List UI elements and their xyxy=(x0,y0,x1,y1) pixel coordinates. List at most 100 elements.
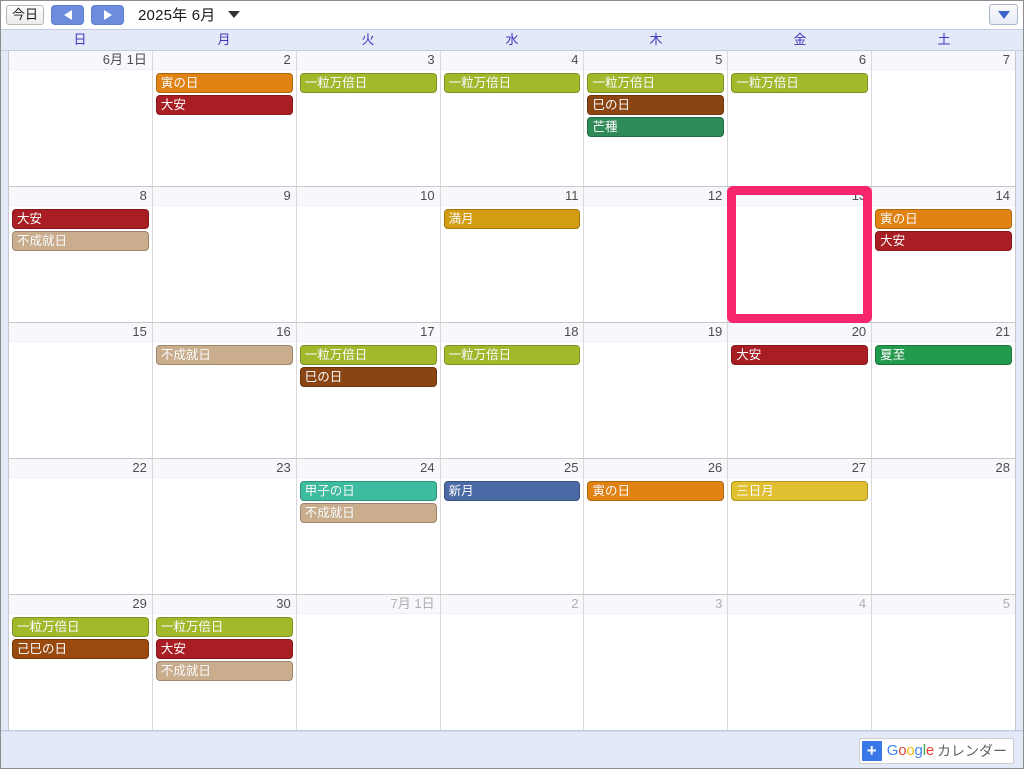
event-chip[interactable]: 一粒万倍日 xyxy=(443,73,581,93)
day-number: 8 xyxy=(9,187,152,206)
google-letter-o2: o xyxy=(906,742,915,759)
day-number: 4 xyxy=(440,51,584,70)
add-to-google-calendar-icon[interactable]: + xyxy=(861,740,882,761)
calendar-day-cell[interactable]: 5 一粒万倍日 巳の日 芒種 xyxy=(584,51,729,186)
event-chip[interactable]: 満月 xyxy=(443,209,581,229)
event-chip[interactable]: 一粒万倍日 xyxy=(587,73,725,93)
calendar-day-cell[interactable]: 21 夏至 xyxy=(872,323,1016,458)
event-chip[interactable]: 一粒万倍日 xyxy=(12,617,149,637)
calendar-day-cell[interactable]: 6 一粒万倍日 xyxy=(728,51,873,186)
calendar-day-cell[interactable]: 27 三日月 xyxy=(728,459,873,594)
day-number: 30 xyxy=(152,595,296,614)
next-month-button[interactable] xyxy=(91,4,125,25)
calendar-day-cell[interactable]: 10 xyxy=(296,187,441,322)
calendar-day-cell[interactable]: 3 一粒万倍日 xyxy=(296,51,441,186)
weekday-saturday: 土 xyxy=(937,32,951,47)
calendar-day-cell[interactable]: 5 xyxy=(872,595,1016,730)
calendar-day-cell[interactable]: 16 不成就日 xyxy=(152,323,297,458)
event-chip[interactable]: 大安 xyxy=(731,345,869,365)
calendar-day-cell[interactable]: 22 xyxy=(9,459,153,594)
day-number: 2 xyxy=(152,51,296,70)
event-chip[interactable]: 三日月 xyxy=(731,481,869,501)
day-events: 一粒万倍日 xyxy=(728,70,871,186)
event-chip[interactable]: 巳の日 xyxy=(299,367,437,387)
chevron-down-icon[interactable] xyxy=(227,11,240,18)
day-number: 25 xyxy=(440,459,584,478)
day-events: 不成就日 xyxy=(153,342,296,458)
calendar-day-cell[interactable]: 7月 1日 xyxy=(296,595,441,730)
calendar-day-cell[interactable]: 26 寅の日 xyxy=(584,459,729,594)
event-chip[interactable]: 新月 xyxy=(443,481,581,501)
day-events: 一粒万倍日 巳の日 xyxy=(297,342,440,458)
event-chip[interactable]: 一粒万倍日 xyxy=(299,345,437,365)
day-events: 一粒万倍日 xyxy=(297,70,440,186)
calendar-day-cell[interactable]: 8 大安 不成就日 xyxy=(9,187,153,322)
calendar-day-cell[interactable]: 14 寅の日 大安 xyxy=(872,187,1016,322)
calendar-day-cell[interactable]: 2 xyxy=(440,595,585,730)
event-chip[interactable]: 巳の日 xyxy=(587,95,725,115)
calendar-day-cell[interactable]: 4 xyxy=(728,595,873,730)
calendar-day-cell[interactable]: 3 xyxy=(584,595,729,730)
calendar-day-cell[interactable]: 23 xyxy=(152,459,297,594)
event-chip[interactable]: 大安 xyxy=(875,231,1013,251)
day-number: 26 xyxy=(584,459,728,478)
today-button[interactable]: 今日 xyxy=(6,4,45,25)
day-number: 12 xyxy=(584,187,728,206)
calendar-day-cell[interactable]: 24 甲子の日 不成就日 xyxy=(296,459,441,594)
calendar-week-row: 22 23 24 甲子の日 不成就日 25 新月 26 寅の日 27 三日月 28 xyxy=(9,459,1016,595)
day-events: 一粒万倍日 xyxy=(441,70,584,186)
calendar-day-cell[interactable]: 18 一粒万倍日 xyxy=(440,323,585,458)
day-number: 7月 1日 xyxy=(296,595,440,614)
calendar-day-cell[interactable]: 29 一粒万倍日 己巳の日 xyxy=(9,595,153,730)
event-chip[interactable]: 大安 xyxy=(12,209,149,229)
day-number: 6 xyxy=(728,51,872,70)
event-chip[interactable]: 大安 xyxy=(155,95,293,115)
event-chip[interactable]: 寅の日 xyxy=(875,209,1013,229)
event-chip[interactable]: 甲子の日 xyxy=(299,481,437,501)
calendar-day-cell[interactable]: 12 xyxy=(584,187,729,322)
event-chip[interactable]: 不成就日 xyxy=(299,503,437,523)
day-number: 9 xyxy=(152,187,296,206)
calendar-day-cell[interactable]: 20 大安 xyxy=(728,323,873,458)
day-number: 10 xyxy=(296,187,440,206)
event-chip[interactable]: 寅の日 xyxy=(155,73,293,93)
calendar-day-cell[interactable]: 28 xyxy=(872,459,1016,594)
calendar-day-cell[interactable]: 30 一粒万倍日 大安 不成就日 xyxy=(152,595,297,730)
event-chip[interactable]: 不成就日 xyxy=(155,661,293,681)
calendar-day-cell[interactable]: 19 xyxy=(584,323,729,458)
calendar-day-cell[interactable]: 13 xyxy=(727,186,873,323)
event-chip[interactable]: 一粒万倍日 xyxy=(731,73,869,93)
calendar-day-cell[interactable]: 17 一粒万倍日 巳の日 xyxy=(296,323,441,458)
day-number: 13 xyxy=(728,187,872,206)
day-number: 3 xyxy=(584,595,728,614)
event-chip[interactable]: 一粒万倍日 xyxy=(443,345,581,365)
calendar-day-cell[interactable]: 25 新月 xyxy=(440,459,585,594)
event-chip[interactable]: 不成就日 xyxy=(12,231,149,251)
event-chip[interactable]: 己巳の日 xyxy=(12,639,149,659)
calendar-week-row: 29 一粒万倍日 己巳の日 30 一粒万倍日 大安 不成就日 7月 1日 2 3 4 5 xyxy=(9,595,1016,730)
day-number: 24 xyxy=(296,459,440,478)
event-chip[interactable]: 夏至 xyxy=(875,345,1013,365)
calendar-day-cell[interactable]: 6月 1日 xyxy=(9,51,153,186)
event-chip[interactable]: 一粒万倍日 xyxy=(155,617,293,637)
calendar-day-cell[interactable]: 11 満月 xyxy=(440,187,585,322)
day-number: 15 xyxy=(9,323,152,342)
calendar-day-cell[interactable]: 9 xyxy=(152,187,297,322)
calendar-week-row: 8 大安 不成就日 9 10 11 満月 12 13 14 寅の日 大安 xyxy=(9,186,1016,323)
google-calendar-badge[interactable]: + Google カレンダー xyxy=(858,737,1014,764)
view-options-button[interactable] xyxy=(989,4,1018,25)
day-events xyxy=(584,206,727,322)
calendar-day-cell[interactable]: 15 xyxy=(9,323,153,458)
calendar-day-cell[interactable]: 4 一粒万倍日 xyxy=(440,51,585,186)
event-chip[interactable]: 不成就日 xyxy=(155,345,293,365)
calendar-week-row: 15 16 不成就日 17 一粒万倍日 巳の日 18 一粒万倍日 19 20 大安 21 夏至 xyxy=(9,323,1016,459)
previous-month-button[interactable] xyxy=(51,4,85,25)
calendar-day-cell[interactable]: 7 xyxy=(872,51,1016,186)
month-grid: 6月 1日 2 寅の日 大安 3 一粒万倍日 4 一粒万倍日 5 一粒万倍日 巳の日 芒種 6 一粒万倍日… xyxy=(8,51,1016,730)
event-chip[interactable]: 芒種 xyxy=(587,117,725,137)
calendar-day-cell[interactable]: 2 寅の日 大安 xyxy=(152,51,297,186)
event-chip[interactable]: 大安 xyxy=(155,639,293,659)
event-chip[interactable]: 一粒万倍日 xyxy=(299,73,437,93)
event-chip[interactable]: 寅の日 xyxy=(587,481,725,501)
day-events xyxy=(153,478,296,594)
